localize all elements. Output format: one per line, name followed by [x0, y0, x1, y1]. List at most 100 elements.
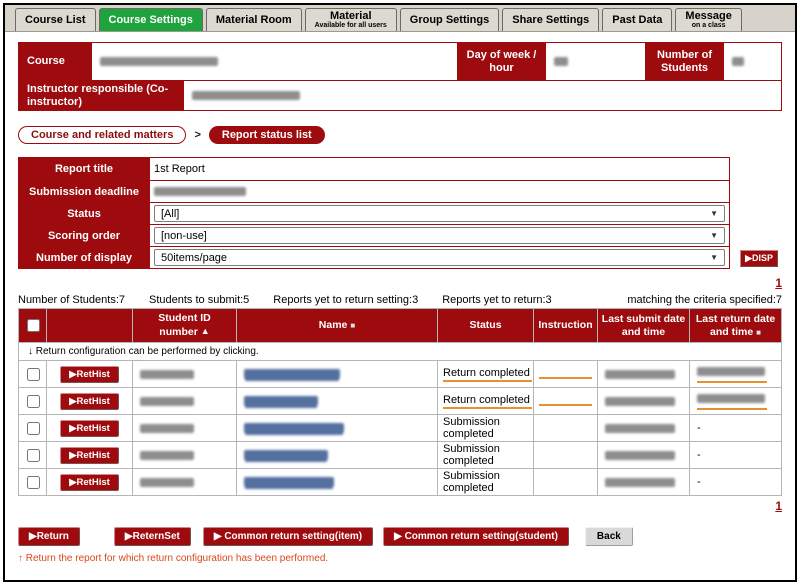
student-name-link-redacted[interactable]	[244, 423, 344, 433]
day-of-week-value-cell	[545, 43, 645, 80]
tab-course-list[interactable]: Course List	[15, 8, 96, 31]
row-checkbox[interactable]	[27, 422, 40, 435]
tab-bar: Course List Course Settings Material Roo…	[5, 5, 795, 32]
sort-toggle-icon[interactable]: ■	[756, 328, 761, 337]
rethist-button[interactable]: ▶RetHist	[60, 393, 119, 410]
last-return-underline	[697, 393, 767, 410]
row-checkbox[interactable]	[27, 395, 40, 408]
instruction-underline	[539, 366, 592, 379]
return-button[interactable]: ▶Return	[18, 527, 80, 546]
course-name-redacted	[100, 57, 218, 66]
common-return-setting-item-button[interactable]: ▶ Common return setting(item)	[203, 527, 373, 546]
last-submit-redacted	[605, 478, 675, 487]
submission-deadline-redacted	[154, 187, 246, 196]
student-id-redacted	[140, 424, 194, 433]
last-return-redacted	[697, 394, 765, 403]
tab-course-settings[interactable]: Course Settings	[99, 8, 203, 31]
tab-label: Course List	[25, 14, 86, 26]
sort-ascending-icon[interactable]: ▲	[201, 326, 210, 336]
course-related-matters-button[interactable]: Course and related matters	[18, 126, 186, 144]
select-all-header-cell	[19, 309, 47, 343]
page-link-1[interactable]: 1	[775, 499, 782, 513]
table-header-row: Student ID number▲ Name■ Status Instruct…	[19, 309, 782, 343]
tab-label: Group Settings	[410, 14, 489, 26]
number-of-display-label: Number of display	[19, 247, 149, 268]
sort-toggle-icon[interactable]: ■	[350, 321, 355, 330]
name-header[interactable]: Name■	[237, 309, 438, 343]
tab-sublabel: on a class	[692, 22, 726, 30]
scoring-order-select-value: [non-use]	[161, 230, 207, 242]
last-return-header[interactable]: Last return date and time■	[690, 309, 782, 343]
student-name-link-redacted[interactable]	[244, 450, 328, 460]
row-checkbox[interactable]	[27, 368, 40, 381]
tab-share-settings[interactable]: Share Settings	[502, 8, 599, 31]
instruction-underline	[539, 393, 592, 406]
row-checkbox[interactable]	[27, 476, 40, 489]
page-link-1[interactable]: 1	[775, 276, 782, 290]
tab-material-room[interactable]: Material Room	[206, 8, 302, 31]
back-button[interactable]: Back	[585, 527, 633, 546]
last-return-value: -	[697, 476, 701, 488]
tab-label: Share Settings	[512, 14, 589, 26]
student-name-link-redacted[interactable]	[244, 369, 340, 379]
footer-note: ↑ Return the report for which return con…	[18, 553, 782, 564]
last-submit-redacted	[605, 424, 675, 433]
retern-set-button[interactable]: ▶ReternSet	[114, 527, 191, 546]
tab-label: Course Settings	[109, 14, 193, 26]
tab-label: Message	[685, 10, 731, 22]
rethist-button[interactable]: ▶RetHist	[60, 420, 119, 437]
student-id-redacted	[140, 397, 194, 406]
status-label: Status	[19, 203, 149, 224]
return-config-notice: ↓ Return configuration can be performed …	[19, 343, 782, 361]
chevron-down-icon: ▼	[710, 231, 718, 240]
stats-row: Number of Students:7 Students to submit:…	[18, 294, 782, 306]
chevron-down-icon: ▼	[710, 209, 718, 218]
report-status-table: Student ID number▲ Name■ Status Instruct…	[18, 308, 782, 496]
student-id-redacted	[140, 451, 194, 460]
name-header-label: Name	[319, 319, 348, 331]
last-return-underline	[697, 366, 767, 383]
rethist-button[interactable]: ▶RetHist	[60, 447, 119, 464]
tab-group-settings[interactable]: Group Settings	[400, 8, 499, 31]
student-id-redacted	[140, 370, 194, 379]
last-return-header-label: Last return date and time	[696, 313, 775, 338]
rethist-button[interactable]: ▶RetHist	[60, 366, 119, 383]
tab-label: Material Room	[216, 14, 292, 26]
display-count-select-value: 50items/page	[161, 252, 227, 264]
tab-material[interactable]: Material Available for all users	[305, 8, 397, 31]
submission-deadline-label: Submission deadline	[19, 181, 149, 202]
instructor-name-redacted	[192, 91, 300, 100]
table-notice-row: ↓ Return configuration can be performed …	[19, 343, 782, 361]
footer-buttons: ▶Return ▶ReternSet ▶ Common return setti…	[18, 527, 782, 546]
rethist-button[interactable]: ▶RetHist	[60, 474, 119, 491]
pager-top: 1	[18, 277, 782, 290]
instruction-header: Instruction	[534, 309, 598, 343]
student-id-redacted	[140, 478, 194, 487]
status-header: Status	[438, 309, 534, 343]
row-checkbox[interactable]	[27, 449, 40, 462]
day-of-week-redacted	[554, 57, 568, 66]
select-all-checkbox[interactable]	[27, 319, 40, 332]
student-name-link-redacted[interactable]	[244, 477, 334, 487]
display-count-select[interactable]: 50items/page ▼	[154, 249, 725, 266]
status-select[interactable]: [All] ▼	[154, 205, 725, 222]
scoring-order-label: Scoring order	[19, 225, 149, 246]
status-value: Return completed	[443, 394, 532, 409]
tab-past-data[interactable]: Past Data	[602, 8, 672, 31]
course-label: Course	[19, 43, 91, 80]
status-value: Submission completed	[443, 443, 532, 467]
stat-number-of-students: Number of Students:7	[18, 294, 125, 306]
tab-message[interactable]: Message on a class	[675, 8, 741, 31]
common-return-setting-student-button[interactable]: ▶ Common return setting(student)	[383, 527, 569, 546]
last-return-value: -	[697, 449, 701, 461]
tab-label: Past Data	[612, 14, 662, 26]
status-value: Submission completed	[443, 416, 532, 440]
disp-button[interactable]: ▶DISP	[740, 250, 778, 267]
scoring-order-select[interactable]: [non-use] ▼	[154, 227, 725, 244]
last-return-redacted	[697, 367, 765, 376]
student-name-link-redacted[interactable]	[244, 396, 318, 406]
table-row: ▶RetHist Submission completed -	[19, 415, 782, 442]
chevron-down-icon: ▼	[710, 253, 718, 262]
student-id-header[interactable]: Student ID number▲	[133, 309, 237, 343]
submission-deadline-value	[149, 181, 729, 202]
